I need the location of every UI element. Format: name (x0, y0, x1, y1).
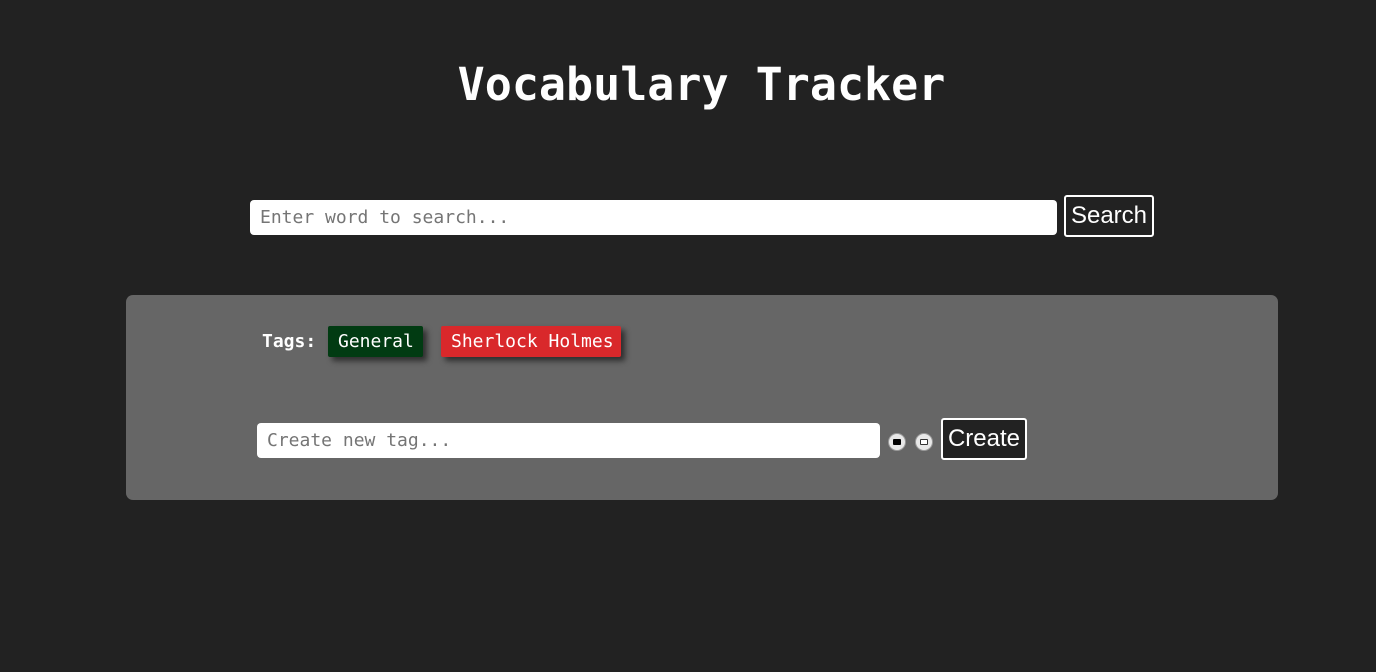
black-color-option[interactable] (888, 433, 906, 451)
new-tag-input[interactable] (257, 423, 880, 458)
tags-panel (126, 295, 1278, 500)
page-title: Vocabulary Tracker (457, 58, 946, 111)
white-swatch-icon (920, 439, 928, 445)
search-input[interactable] (250, 200, 1057, 235)
tag-general[interactable]: General (328, 326, 423, 357)
tags-label: Tags: (262, 331, 317, 352)
tag-sherlock-holmes[interactable]: Sherlock Holmes (441, 326, 621, 357)
search-button[interactable]: Search (1064, 195, 1154, 237)
create-tag-button[interactable]: Create (941, 418, 1027, 460)
white-color-option[interactable] (915, 433, 933, 451)
black-swatch-icon (893, 439, 901, 445)
